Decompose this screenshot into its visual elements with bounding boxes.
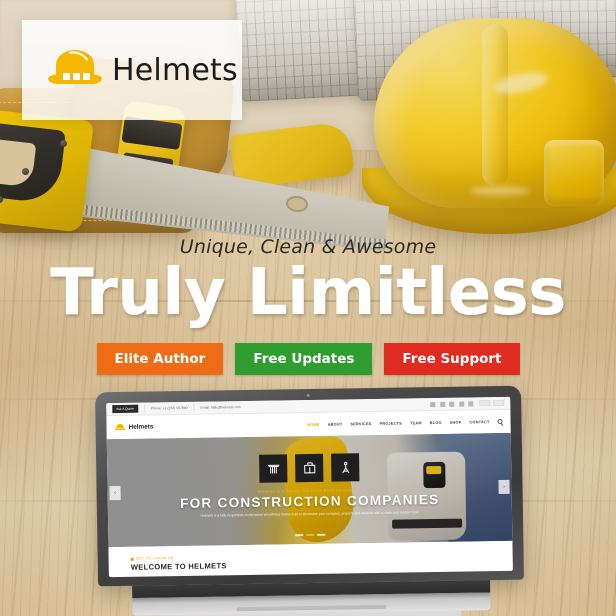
nav-item-projects[interactable]: PROJECTS (380, 421, 403, 425)
yellow-hard-hat (362, 18, 616, 234)
site-logo-text: Helmets (128, 423, 154, 431)
topbar-email: Email: hello@helmets.com (200, 405, 241, 410)
webcam-icon (306, 393, 310, 398)
slider-prev-arrow[interactable]: ‹ (109, 485, 121, 501)
laptop-lid: Ask A Quote Phone: +1 (234) 567890 Email… (95, 385, 525, 587)
nav-item-services[interactable]: SERVICES (350, 422, 371, 426)
pinterest-icon[interactable] (468, 400, 474, 406)
hero-badges: Elite Author Free Updates Free Support (0, 342, 616, 375)
promo-banner: Helmets Unique, Clean & Awesome Truly Li… (0, 0, 616, 616)
site-logo[interactable]: Helmets (114, 423, 154, 432)
twitter-icon[interactable] (439, 401, 445, 407)
de-flag-icon[interactable] (493, 399, 505, 407)
free-support-badge[interactable]: Free Support (384, 342, 520, 375)
feature-icon-row (259, 453, 360, 483)
laptop-mockup: Ask A Quote Phone: +1 (234) 567890 Email… (95, 385, 525, 616)
laptop-screen: Ask A Quote Phone: +1 (234) 567890 Email… (106, 396, 513, 578)
language-switcher[interactable] (479, 399, 505, 407)
instagram-icon[interactable] (449, 401, 455, 407)
slider-dot-active[interactable] (306, 534, 315, 537)
ask-a-quote-button[interactable]: Ask A Quote (112, 405, 138, 413)
elite-author-badge[interactable]: Elite Author (96, 342, 224, 375)
hard-hat-icon (48, 47, 102, 90)
site-hero-slider: Helmets is a Theme You Have Been Looking… (106, 432, 513, 548)
nav-item-home[interactable]: HOME (307, 422, 319, 426)
crane-icon[interactable] (295, 453, 324, 483)
nav-item-team[interactable]: TEAM (410, 421, 422, 425)
en-flag-icon[interactable] (479, 400, 491, 407)
hero-tagline: Unique, Clean & Awesome (179, 236, 437, 258)
facebook-icon[interactable] (430, 401, 436, 407)
slider-dot[interactable] (295, 534, 304, 537)
slider-next-arrow[interactable]: › (498, 479, 510, 495)
topbar-phone: Phone: +1 (234) 567890 (150, 405, 188, 411)
column-icon[interactable] (259, 454, 288, 483)
brand-logo-card: Helmets (22, 20, 242, 120)
slider-dot[interactable] (317, 534, 326, 536)
surveyor-tripod-icon[interactable] (331, 453, 360, 482)
nav-item-contact[interactable]: CONTACT (469, 420, 489, 424)
linkedin-icon[interactable] (458, 401, 464, 407)
search-icon[interactable] (497, 418, 503, 425)
nav-item-shop[interactable]: SHOP (450, 420, 462, 424)
hard-hat-icon-small (114, 423, 126, 431)
site-menu: HOME ABOUT SERVICES PROJECTS TEAM BLOG S… (307, 418, 503, 427)
hero-section: Unique, Clean & Awesome Truly Limitless … (0, 236, 616, 375)
laptop-base (132, 580, 491, 616)
free-updates-badge[interactable]: Free Updates (235, 342, 373, 375)
brand-name: Helmets (112, 52, 238, 88)
social-links[interactable] (430, 400, 474, 407)
nav-item-about[interactable]: ABOUT (328, 422, 343, 426)
hero-headline: Truly Limitless (50, 256, 566, 330)
nav-item-blog[interactable]: BLOG (430, 420, 442, 424)
